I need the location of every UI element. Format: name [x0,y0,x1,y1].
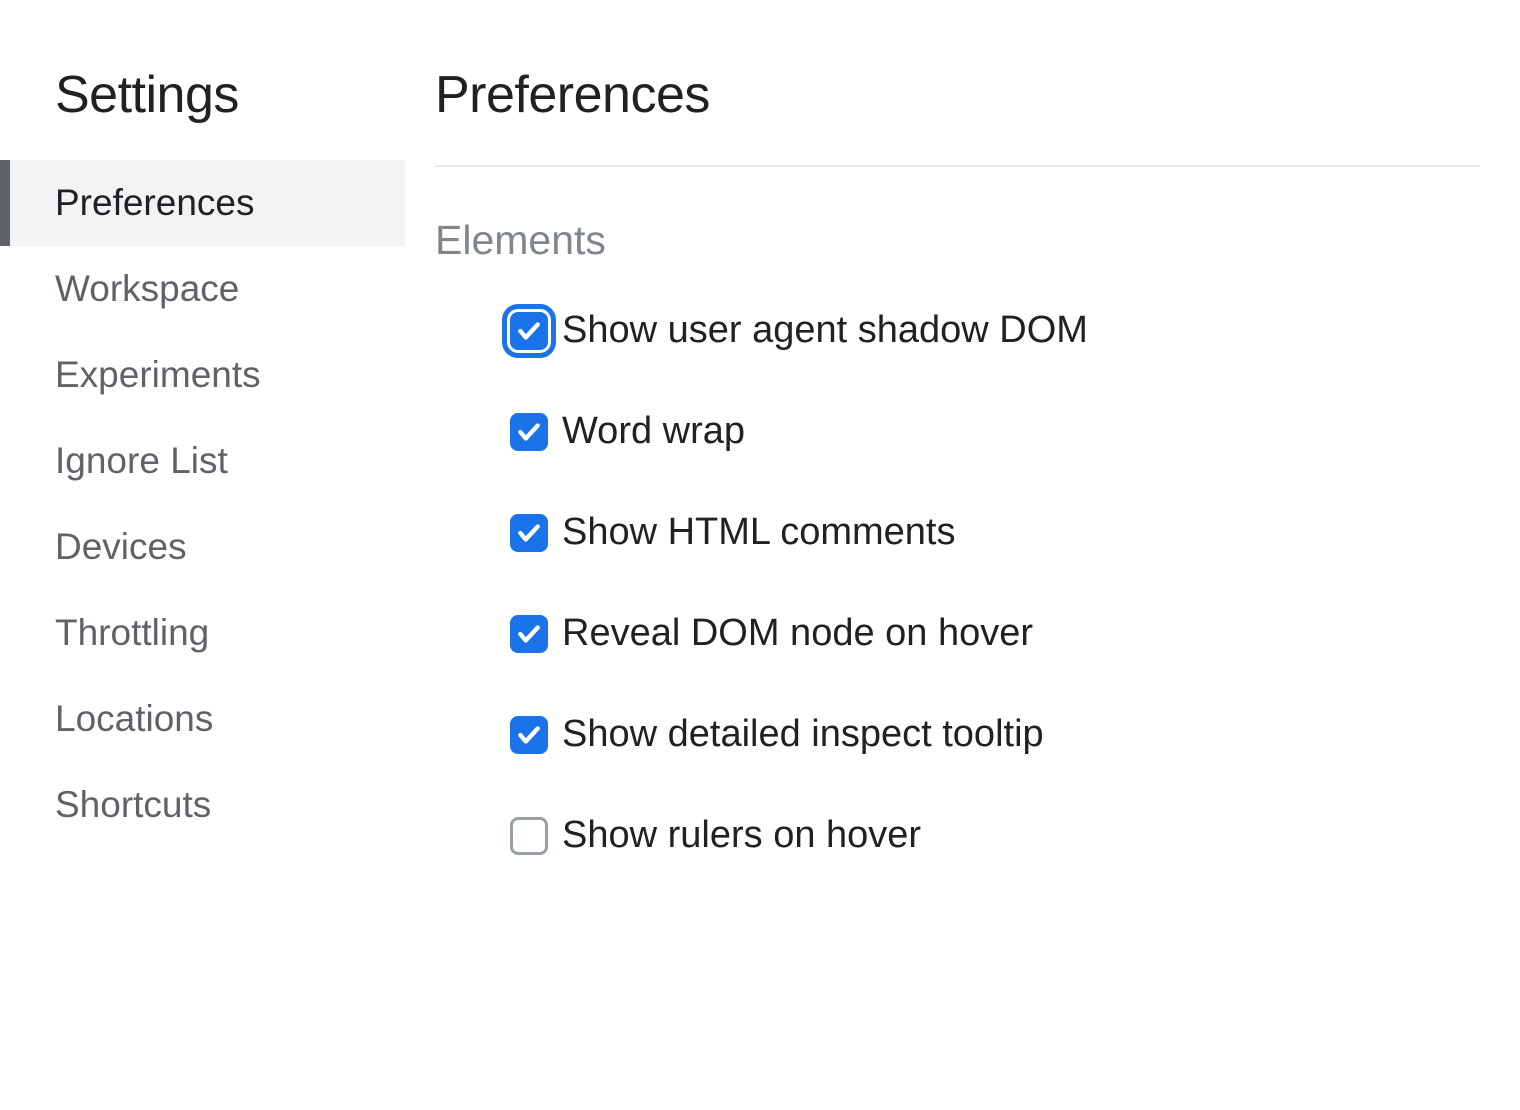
checkbox[interactable] [510,615,548,653]
page-title: Preferences [435,65,1480,167]
sidebar-item-throttling[interactable]: Throttling [0,590,405,676]
sidebar-item-shortcuts[interactable]: Shortcuts [0,762,405,848]
sidebar-item-label: Throttling [55,612,209,653]
check-icon [516,722,542,748]
sidebar-item-label: Locations [55,698,213,739]
option-label: Reveal DOM node on hover [562,612,1033,655]
option-row[interactable]: Show user agent shadow DOM [435,309,1480,352]
sidebar-item-label: Shortcuts [55,784,211,825]
options-list: Show user agent shadow DOM Word wrap Show … [435,309,1480,857]
sidebar-title: Settings [0,65,405,160]
sidebar-item-label: Ignore List [55,440,228,481]
option-row[interactable]: Show HTML comments [435,511,1480,554]
check-icon [516,520,542,546]
option-label: Show rulers on hover [562,814,921,857]
sidebar-item-experiments[interactable]: Experiments [0,332,405,418]
checkbox[interactable] [510,817,548,855]
main-panel: Preferences Elements Show user agent sha… [405,0,1520,1110]
sidebar-nav: Preferences Workspace Experiments Ignore Li… [0,160,405,848]
check-icon [516,621,542,647]
check-icon [516,318,542,344]
sidebar-item-workspace[interactable]: Workspace [0,246,405,332]
section-title-elements: Elements [435,217,1480,264]
option-label: Show HTML comments [562,511,955,554]
sidebar-item-label: Preferences [55,182,255,223]
sidebar-item-label: Devices [55,526,187,567]
option-label: Show detailed inspect tooltip [562,713,1044,756]
sidebar-item-label: Experiments [55,354,261,395]
option-row[interactable]: Reveal DOM node on hover [435,612,1480,655]
option-row[interactable]: Word wrap [435,410,1480,453]
checkbox[interactable] [510,413,548,451]
checkbox[interactable] [510,514,548,552]
settings-sidebar: Settings Preferences Workspace Experiments… [0,0,405,1110]
sidebar-item-label: Workspace [55,268,239,309]
sidebar-item-locations[interactable]: Locations [0,676,405,762]
check-icon [516,419,542,445]
sidebar-item-preferences[interactable]: Preferences [0,160,405,246]
checkbox[interactable] [510,312,548,350]
checkbox[interactable] [510,716,548,754]
option-row[interactable]: Show detailed inspect tooltip [435,713,1480,756]
sidebar-item-devices[interactable]: Devices [0,504,405,590]
option-label: Show user agent shadow DOM [562,309,1088,352]
option-row[interactable]: Show rulers on hover [435,814,1480,857]
sidebar-item-ignore-list[interactable]: Ignore List [0,418,405,504]
option-label: Word wrap [562,410,745,453]
